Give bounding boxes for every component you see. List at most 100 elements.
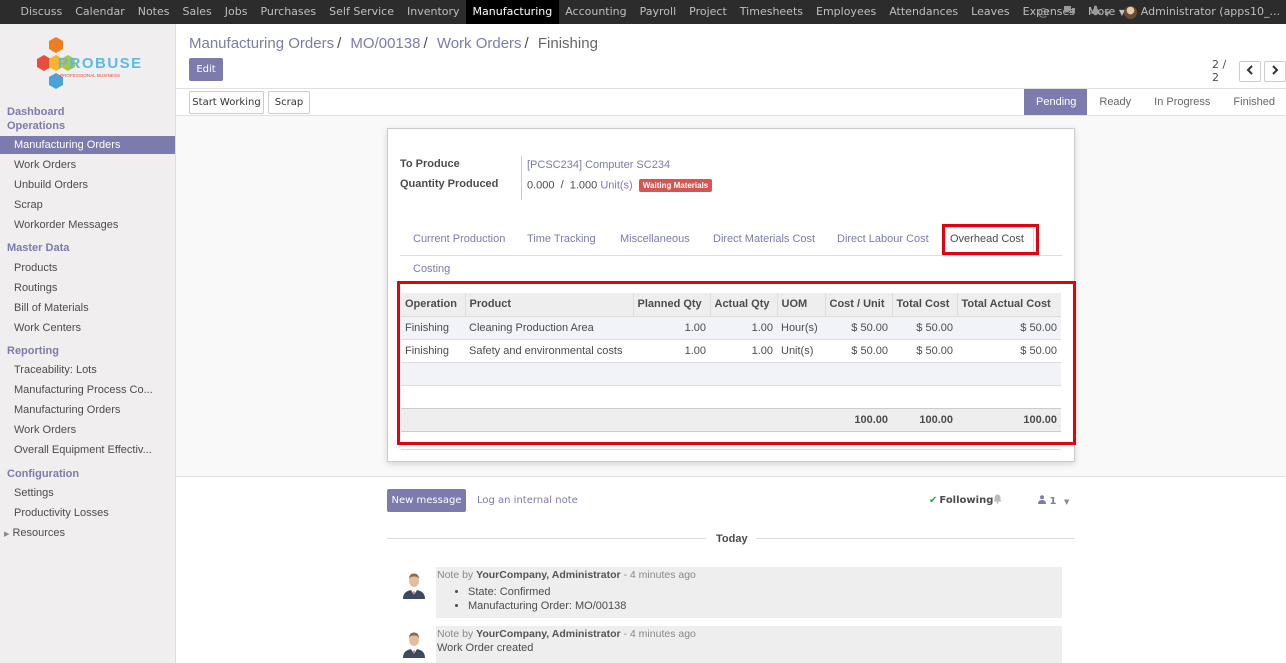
quantity-produced-label: Quantity Produced: [400, 178, 499, 190]
company-logo: PROBUSE PROFESSIONAL BUSINESS: [37, 37, 141, 89]
sidebar-item-traceability-lots[interactable]: Traceability: Lots: [0, 361, 175, 379]
menu-project[interactable]: Project: [683, 0, 734, 24]
caret-right-icon: ▶: [4, 531, 10, 538]
following-label: Following: [939, 495, 994, 506]
author-avatar[interactable]: [399, 628, 429, 658]
menu-leaves[interactable]: Leaves: [965, 0, 1016, 24]
caret-down-icon: ▼: [1063, 498, 1070, 506]
menu-discuss[interactable]: Discuss: [14, 0, 69, 24]
caret-down-icon: ▼: [1104, 10, 1110, 18]
sidebar-item-overall-equipment-effectiveness[interactable]: Overall Equipment Effectiv...: [0, 441, 175, 459]
tab-direct-materials-cost[interactable]: Direct Materials Cost: [713, 233, 815, 245]
sidebar-item-manufacturing-process-costing[interactable]: Manufacturing Process Co...: [0, 381, 175, 399]
stage-finished[interactable]: Finished: [1221, 89, 1286, 115]
bug-icon[interactable]: ▼: [1089, 5, 1110, 19]
chatter-divider: [176, 476, 1286, 477]
tab-direct-labour-cost[interactable]: Direct Labour Cost: [837, 233, 929, 245]
sidebar-item-work-orders[interactable]: Work Orders: [0, 156, 175, 174]
menu-self-service[interactable]: Self Service: [323, 0, 401, 24]
user-name: Administrator (apps10_...: [1140, 5, 1280, 19]
author-avatar[interactable]: [399, 569, 429, 599]
menu-purchases[interactable]: Purchases: [254, 0, 323, 24]
breadcrumb-mo[interactable]: MO/00138: [350, 35, 420, 52]
separator-line-left: [387, 538, 706, 539]
menu-payroll[interactable]: Payroll: [633, 0, 683, 24]
menu-timesheets[interactable]: Timesheets: [733, 0, 809, 24]
sidebar-item-products[interactable]: Products: [0, 259, 175, 277]
status-bar: Start Working Scrap Pending Ready In Pro…: [176, 88, 1286, 116]
menu-manufacturing[interactable]: Manufacturing: [466, 0, 559, 24]
svg-text:PROFESSIONAL BUSINESS: PROFESSIONAL BUSINESS: [60, 73, 120, 78]
edit-button[interactable]: Edit: [189, 58, 223, 81]
pager-previous-button[interactable]: [1239, 60, 1262, 82]
to-produce-product-link[interactable]: [PCSC234] Computer SC234: [527, 159, 670, 171]
start-working-button[interactable]: Start Working: [189, 91, 264, 114]
tab-costing[interactable]: Costing: [413, 263, 450, 275]
menu-calendar[interactable]: Calendar: [69, 0, 131, 24]
highlight-cost-table: [397, 281, 1076, 445]
stage-in-progress[interactable]: In Progress: [1142, 89, 1221, 115]
breadcrumb-current: Finishing: [537, 35, 598, 52]
status-badge: Waiting Materials: [638, 179, 713, 192]
user-menu[interactable]: Administrator (apps10_...: [1123, 5, 1280, 19]
sidebar-item-report-work-orders[interactable]: Work Orders: [0, 421, 175, 439]
sidebar-item-productivity-losses[interactable]: Productivity Losses: [0, 504, 175, 522]
menu-employees[interactable]: Employees: [810, 0, 883, 24]
pager-next-button[interactable]: [1264, 60, 1286, 82]
sidebar-dashboard[interactable]: Dashboard: [7, 106, 64, 118]
tracking-item: Manufacturing Order: MO/00138: [468, 599, 1062, 613]
sidebar-item-workorder-messages[interactable]: Workorder Messages: [0, 216, 175, 234]
chatter-message: Note by YourCompany, Administrator - 4 m…: [436, 567, 1062, 618]
bell-icon[interactable]: [993, 494, 1002, 507]
sidebar-item-report-manufacturing-orders[interactable]: Manufacturing Orders: [0, 401, 175, 419]
menu-accounting[interactable]: Accounting: [559, 0, 633, 24]
chevron-right-icon: [1271, 64, 1279, 78]
menu-sales[interactable]: Sales: [176, 0, 218, 24]
tracking-values: State: Confirmed Manufacturing Order: MO…: [468, 585, 1062, 613]
sidebar-item-bill-of-materials[interactable]: Bill of Materials: [0, 299, 175, 317]
sidebar-item-manufacturing-orders[interactable]: Manufacturing Orders: [0, 136, 175, 154]
sidebar-item-unbuild-orders[interactable]: Unbuild Orders: [0, 176, 175, 194]
log-note-link[interactable]: Log an internal note: [477, 495, 578, 506]
sidebar-item-settings[interactable]: Settings: [0, 484, 175, 502]
message-prefix: Note by: [437, 628, 474, 640]
new-message-button[interactable]: New message: [387, 489, 466, 512]
sidebar-item-work-centers[interactable]: Work Centers: [0, 319, 175, 337]
quantity-produced-value: 0.000 / 1.000 Unit(s) Waiting Materials: [527, 179, 713, 192]
stage-ready[interactable]: Ready: [1087, 89, 1142, 115]
followers-count: 1: [1049, 496, 1057, 507]
at-sign-icon[interactable]: @: [1038, 6, 1049, 19]
pager-count: 2 / 2: [1212, 58, 1227, 84]
chatter-message: Note by YourCompany, Administrator - 4 m…: [436, 626, 1062, 663]
tracking-item: State: Confirmed: [468, 585, 1062, 599]
message-time: - 4 minutes ago: [623, 628, 696, 640]
sidebar: PROBUSE PROFESSIONAL BUSINESS Dashboard …: [0, 24, 176, 663]
sidebar-item-scrap[interactable]: Scrap: [0, 196, 175, 214]
sheet-divider: [401, 449, 1061, 450]
stage-pending[interactable]: Pending: [1024, 89, 1088, 115]
highlight-overhead-tab: [942, 224, 1039, 255]
sidebar-item-resources[interactable]: ▶ Resources: [0, 524, 175, 542]
following-button[interactable]: ✔ Following: [929, 495, 993, 506]
user-icon: [1038, 495, 1046, 504]
tab-time-tracking[interactable]: Time Tracking: [527, 233, 596, 245]
sidebar-section-operations: Operations: [7, 120, 66, 132]
followers-button[interactable]: 1 ▼: [1038, 495, 1069, 507]
tab-current-production[interactable]: Current Production: [413, 233, 505, 245]
sidebar-section-configuration: Configuration: [7, 468, 80, 480]
qty-uom-link[interactable]: Unit(s): [600, 179, 632, 191]
sidebar-item-routings[interactable]: Routings: [0, 279, 175, 297]
menu-jobs[interactable]: Jobs: [218, 0, 254, 24]
menu-notes[interactable]: Notes: [131, 0, 176, 24]
menu-inventory[interactable]: Inventory: [401, 0, 467, 24]
breadcrumb: Manufacturing Orders / MO/00138/ Work Ord…: [189, 35, 598, 52]
menu-attendances[interactable]: Attendances: [883, 0, 965, 24]
scrap-button[interactable]: Scrap: [268, 91, 310, 114]
breadcrumb-manufacturing-orders[interactable]: Manufacturing Orders: [189, 35, 334, 52]
message-author[interactable]: YourCompany, Administrator: [476, 628, 620, 640]
breadcrumb-work-orders[interactable]: Work Orders: [437, 35, 522, 52]
sidebar-section-master-data: Master Data: [7, 242, 70, 254]
tab-miscellaneous[interactable]: Miscellaneous: [620, 233, 690, 245]
message-author[interactable]: YourCompany, Administrator: [476, 569, 620, 581]
chat-bubbles-icon[interactable]: [1063, 5, 1076, 19]
